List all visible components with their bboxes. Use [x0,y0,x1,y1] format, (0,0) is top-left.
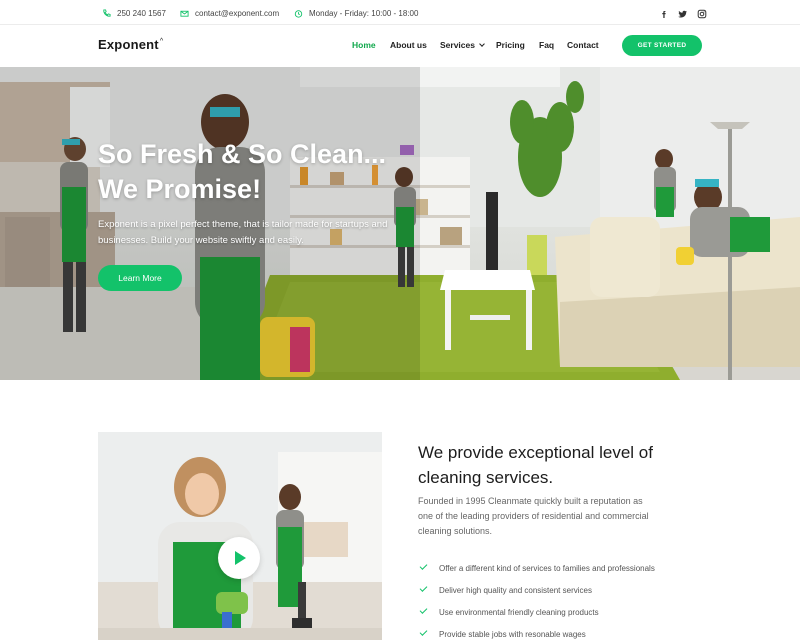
list-item: Use environmental friendly cleaning prod… [419,601,655,623]
feature-list: Offer a different kind of services to fa… [419,557,655,640]
check-icon [419,628,428,636]
hero-title-line1: So Fresh & So Clean... [98,139,387,169]
nav-contact[interactable]: Contact [567,40,599,50]
site-logo[interactable]: Exponent^ [98,37,163,52]
opening-hours: Monday - Friday: 10:00 - 18:00 [309,8,419,18]
clock-icon [294,9,303,18]
about-image [98,432,382,640]
section-description: Founded in 1995 Cleanmate quickly built … [418,496,649,536]
nav-services[interactable]: Services [440,40,485,50]
hero-description: Exponent is a pixel perfect theme, that … [98,219,388,246]
check-icon [419,562,428,570]
hero-title: So Fresh & So Clean... We Promise! [98,137,386,207]
instagram-icon[interactable] [697,6,707,19]
play-button[interactable] [218,537,260,579]
feature-text: Offer a different kind of services to fa… [439,563,655,573]
list-item: Deliver high quality and consistent serv… [419,579,655,601]
hours-info: Monday - Friday: 10:00 - 18:00 [294,7,418,19]
facebook-icon[interactable] [659,6,669,18]
email-address: contact@exponent.com [195,8,280,18]
check-icon [419,606,428,614]
hero-section: So Fresh & So Clean... We Promise! Expon… [0,67,800,380]
chevron-down-icon [479,41,485,47]
list-item: Offer a different kind of services to fa… [419,557,655,579]
nav-about[interactable]: About us [390,40,427,50]
check-icon [419,584,428,592]
feature-text: Use environmental friendly cleaning prod… [439,607,599,617]
section-title: We provide exceptional level of cleaning… [418,443,653,487]
about-video[interactable] [98,432,382,640]
logo-text: Exponent [98,37,159,52]
nav-home[interactable]: Home [352,40,376,50]
main-navbar: Exponent^ Home About us Services Pricing… [0,25,800,67]
phone-number: 250 240 1567 [117,8,166,18]
logo-mark: ^ [159,37,164,45]
feature-text: Deliver high quality and consistent serv… [439,585,592,595]
phone-info[interactable]: 250 240 1567 [102,7,166,19]
twitter-icon[interactable] [678,6,688,18]
list-item: Provide stable jobs with resonable wages [419,623,655,640]
top-info-bar: 250 240 1567 contact@exponent.com Monday… [0,0,800,25]
nav-services-label: Services [440,40,475,50]
learn-more-button[interactable]: Learn More [98,265,182,291]
get-started-button[interactable]: GET STARTED [622,35,702,56]
phone-icon [103,8,111,17]
email-info[interactable]: contact@exponent.com [180,7,279,19]
social-links [659,6,707,19]
nav-faq[interactable]: Faq [539,40,554,50]
feature-text: Provide stable jobs with resonable wages [439,629,586,639]
envelope-icon [180,10,189,17]
hero-title-line2: We Promise! [98,174,262,204]
nav-pricing[interactable]: Pricing [496,40,525,50]
